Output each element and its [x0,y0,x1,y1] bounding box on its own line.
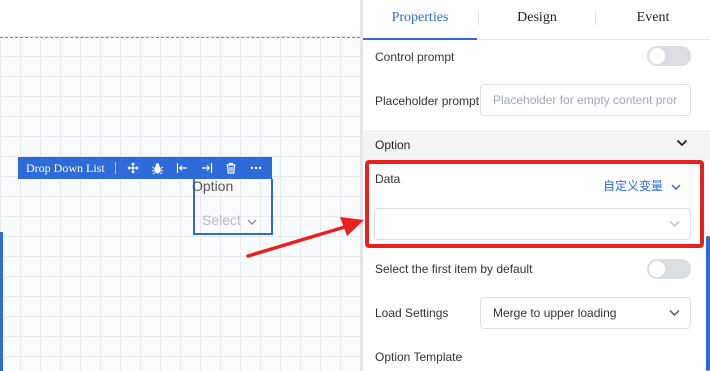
widget-title: Drop Down List [26,160,105,175]
option-template-label: Option Template [375,350,463,364]
placeholder-prompt-label: Placeholder prompt [375,94,480,108]
widget-field-label: Option [192,178,234,194]
load-settings-value: Merge to upper loading [493,306,617,320]
design-canvas[interactable]: Drop Down List Option Select [0,0,360,371]
more-icon[interactable] [247,159,265,177]
data-label: Data [375,172,401,186]
tab-properties[interactable]: Properties [363,0,477,40]
chevron-down-icon [676,139,688,147]
placeholder-prompt-placeholder: Placeholder for empty content pror [493,93,678,107]
align-left-icon[interactable] [173,159,191,177]
panel-tabs: Properties Design Event [363,0,710,40]
select-first-toggle[interactable] [647,259,691,279]
chevron-down-icon [247,212,257,228]
option-section-title: Option [375,138,411,152]
bug-icon[interactable] [148,159,166,177]
data-select[interactable] [374,208,691,240]
toolbar-divider [114,162,116,174]
custom-variable-text: 自定义变量 [603,179,664,193]
trash-icon[interactable] [223,159,241,177]
chevron-down-icon [669,221,680,228]
widget-select-placeholder: Select [202,212,241,228]
control-prompt-label: Control prompt [375,50,455,64]
select-first-label: Select the first item by default [375,262,533,276]
alignment-guide [0,37,360,38]
chevron-down-icon [669,310,680,317]
placeholder-prompt-input[interactable]: Placeholder for empty content pror [480,84,691,116]
panel-scrollbar[interactable] [706,236,710,371]
load-settings-select[interactable]: Merge to upper loading [480,297,691,329]
align-right-icon[interactable] [198,159,216,177]
active-tab-indicator [363,38,477,40]
chevron-down-icon [671,179,681,193]
control-prompt-toggle[interactable] [647,46,691,66]
tab-design[interactable]: Design [479,0,595,40]
custom-variable-link[interactable]: 自定义变量 [603,177,681,194]
widget-toolbar: Drop Down List [18,157,272,179]
properties-panel: Properties Design Event Control prompt P… [363,0,710,371]
canvas-left-indicator [0,232,3,371]
load-settings-label: Load Settings [375,306,449,320]
option-section-header[interactable]: Option [363,130,710,160]
widget-select-preview[interactable]: Select [202,212,257,228]
tab-event[interactable]: Event [596,0,710,40]
move-icon[interactable] [124,159,142,177]
canvas-header-area [0,0,360,36]
